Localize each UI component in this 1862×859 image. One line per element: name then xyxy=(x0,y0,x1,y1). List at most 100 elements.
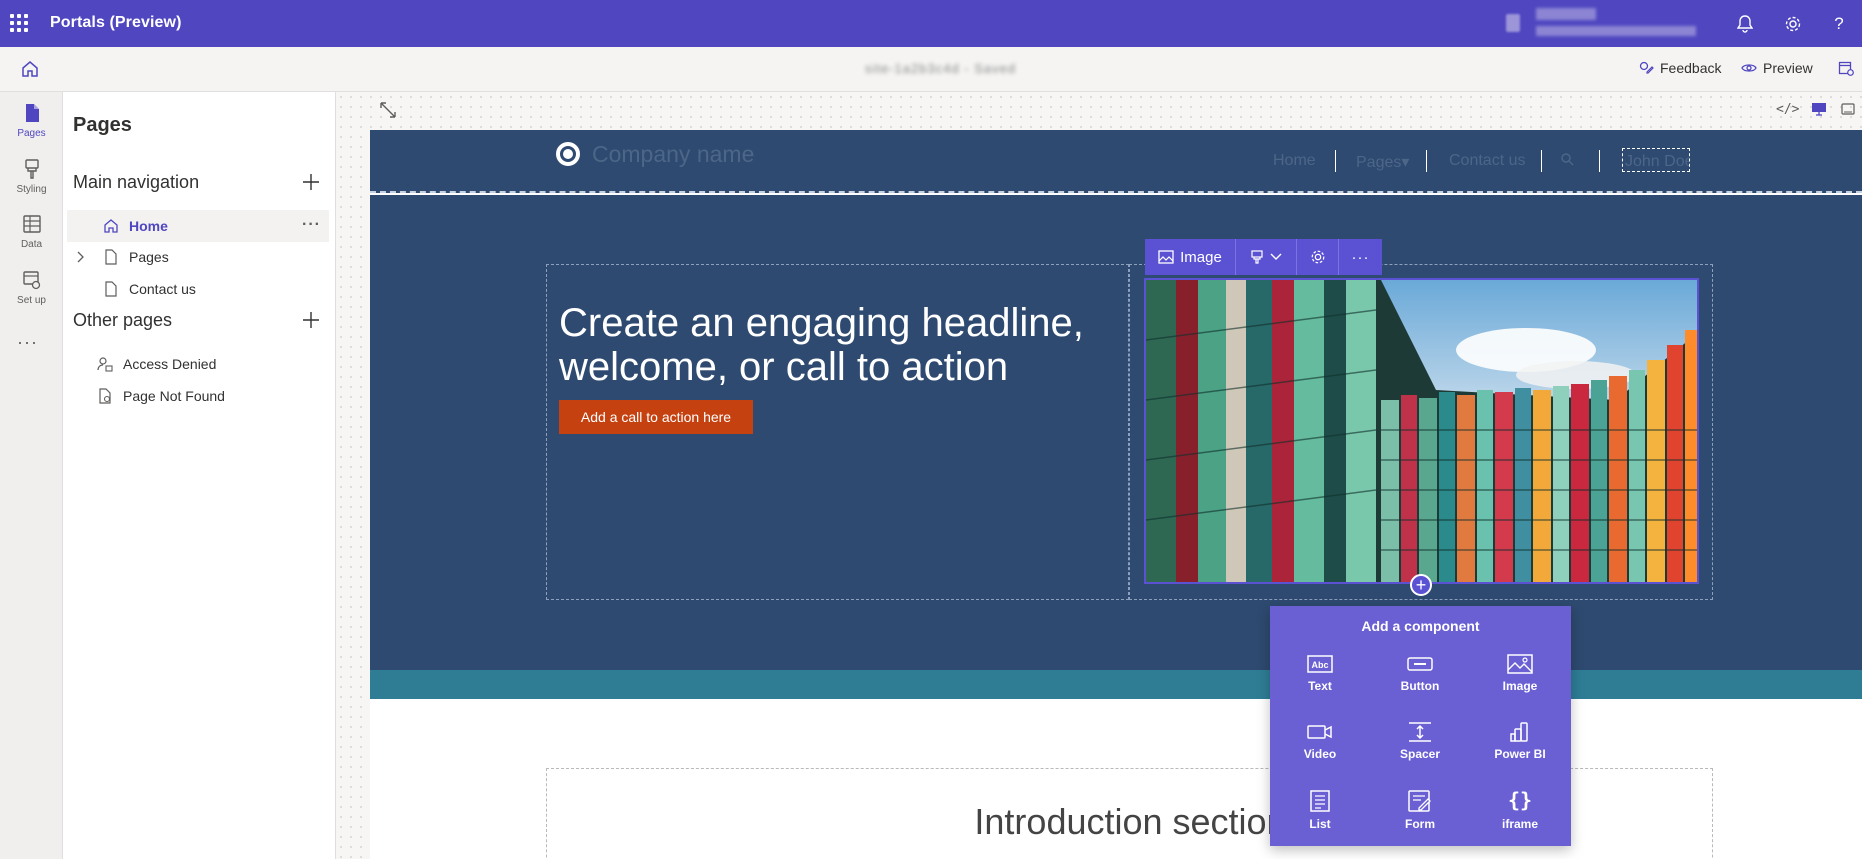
home-icon xyxy=(104,219,118,233)
component-form[interactable]: Form xyxy=(1375,790,1465,831)
company-name: Company name xyxy=(592,141,755,167)
powerbi-icon xyxy=(1510,722,1528,742)
site-nav-pages[interactable]: Pages▾ xyxy=(1356,152,1409,172)
text-icon: Abc xyxy=(1307,655,1333,673)
image-toolbar: Image ··· xyxy=(1145,239,1382,275)
site-header[interactable]: Company name Home Pages▾ Contact us John… xyxy=(370,130,1862,193)
iframe-icon: {} xyxy=(1508,790,1532,812)
nav-divider xyxy=(1541,150,1542,172)
environment-org xyxy=(1536,26,1696,36)
person-lock-icon xyxy=(97,357,113,372)
setup-icon xyxy=(22,271,40,290)
feedback-label: Feedback xyxy=(1660,60,1722,76)
sync-configuration-icon[interactable] xyxy=(1838,60,1854,76)
add-component-plus-icon[interactable]: + xyxy=(1410,574,1432,596)
nav-item-pages[interactable]: Pages xyxy=(67,241,329,273)
expand-icon[interactable] xyxy=(378,100,398,120)
paintbrush-icon xyxy=(24,159,39,179)
hero-text-column[interactable]: Create an engaging headline, welcome, or… xyxy=(546,264,1129,600)
chevron-down-icon xyxy=(1270,253,1282,260)
image-style-dropdown[interactable] xyxy=(1236,239,1297,275)
form-icon xyxy=(1408,790,1431,812)
component-spacer[interactable]: Spacer xyxy=(1375,722,1465,761)
add-component-popup: Add a component Abc Text Button Image Vi… xyxy=(1270,606,1571,846)
component-label: Power BI xyxy=(1494,747,1546,761)
nav-item-home[interactable]: Home ··· xyxy=(67,210,329,242)
nav-item-label: Page Not Found xyxy=(123,388,225,404)
video-icon xyxy=(1307,725,1332,739)
desktop-icon[interactable] xyxy=(1811,102,1827,116)
nav-divider xyxy=(1335,150,1336,172)
component-label: Video xyxy=(1303,747,1337,761)
nav-item-label: Home xyxy=(129,218,168,234)
pages-panel: Pages Main navigation Home ··· Pages Con… xyxy=(63,92,336,859)
image-more-options-button[interactable]: ··· xyxy=(1339,239,1382,275)
hero-image-column[interactable] xyxy=(1129,264,1713,600)
add-main-nav-page-icon[interactable] xyxy=(301,172,321,192)
app-header: Portals (Preview) ? xyxy=(0,0,1862,47)
component-label: Spacer xyxy=(1399,747,1441,761)
rail-item-pages[interactable]: Pages xyxy=(0,102,63,139)
home-icon[interactable] xyxy=(20,59,44,81)
search-icon[interactable] xyxy=(1560,152,1574,166)
image-toolbar-label: Image xyxy=(1180,248,1222,266)
component-label: Image xyxy=(1502,679,1538,693)
site-nav-contact-us[interactable]: Contact us xyxy=(1449,152,1525,170)
page-search-icon xyxy=(99,388,111,404)
component-power-bi[interactable]: Power BI xyxy=(1475,722,1565,761)
add-other-page-icon[interactable] xyxy=(301,310,321,330)
cta-button[interactable]: Add a call to action here xyxy=(559,400,753,434)
component-list[interactable]: List xyxy=(1275,790,1365,831)
feedback-button[interactable]: Feedback xyxy=(1638,60,1721,76)
eye-icon xyxy=(1741,64,1757,72)
more-icon[interactable]: ··· xyxy=(17,332,38,353)
preview-label: Preview xyxy=(1763,60,1813,76)
component-text[interactable]: Abc Text xyxy=(1275,654,1365,693)
popup-title: Add a component xyxy=(1361,618,1480,634)
tablet-icon[interactable] xyxy=(1841,102,1855,116)
environment-name xyxy=(1536,8,1596,20)
user-menu[interactable]: John Doe▾ xyxy=(1622,148,1690,172)
preview-button[interactable]: Preview xyxy=(1741,60,1813,76)
component-image[interactable]: Image xyxy=(1475,654,1565,693)
gear-icon[interactable] xyxy=(1781,12,1805,36)
component-label: Button xyxy=(1400,679,1440,693)
environment-picker[interactable] xyxy=(1500,8,1700,38)
site-nav-home[interactable]: Home xyxy=(1273,152,1316,170)
rail-item-data[interactable]: Data xyxy=(0,213,63,250)
component-button[interactable]: Button xyxy=(1375,654,1465,693)
chevron-right-icon xyxy=(77,251,84,263)
nav-divider xyxy=(1599,150,1600,172)
more-options-icon[interactable]: ··· xyxy=(302,216,321,234)
left-rail: Pages Styling Data Set up ··· xyxy=(0,92,63,859)
environment-icon xyxy=(1506,14,1520,32)
bell-icon[interactable] xyxy=(1733,12,1757,36)
app-launcher-icon[interactable] xyxy=(8,12,30,34)
hero-headline[interactable]: Create an engaging headline, welcome, or… xyxy=(559,301,1119,389)
nav-item-access-denied[interactable]: Access Denied xyxy=(67,348,329,380)
rail-label-setup: Set up xyxy=(17,295,46,306)
button-icon xyxy=(1407,657,1433,671)
rail-label-pages: Pages xyxy=(17,128,46,139)
rail-item-setup[interactable]: Set up xyxy=(0,269,63,306)
svg-text:{}: {} xyxy=(1508,790,1532,812)
hero-section[interactable]: Create an engaging headline, welcome, or… xyxy=(370,195,1862,670)
other-pages-heading: Other pages xyxy=(73,310,173,330)
component-iframe[interactable]: {} iframe xyxy=(1475,790,1565,831)
image-edit-button[interactable]: Image xyxy=(1145,239,1236,275)
hero-image[interactable] xyxy=(1144,278,1699,584)
nav-item-label: Contact us xyxy=(129,281,196,297)
nav-item-label: Pages xyxy=(129,249,169,265)
image-settings-button[interactable] xyxy=(1297,239,1339,275)
rail-item-styling[interactable]: Styling xyxy=(0,158,63,195)
feedback-icon xyxy=(1639,61,1654,74)
more-icon: ··· xyxy=(1351,248,1370,266)
nav-item-contact-us[interactable]: Contact us xyxy=(67,273,329,305)
code-icon[interactable]: </> xyxy=(1776,102,1799,117)
nav-item-page-not-found[interactable]: Page Not Found xyxy=(67,380,329,412)
component-video[interactable]: Video xyxy=(1275,722,1365,761)
help-icon[interactable]: ? xyxy=(1827,12,1851,36)
rail-label-data: Data xyxy=(20,239,43,250)
page-icon xyxy=(105,249,117,265)
component-label: iframe xyxy=(1501,817,1539,831)
